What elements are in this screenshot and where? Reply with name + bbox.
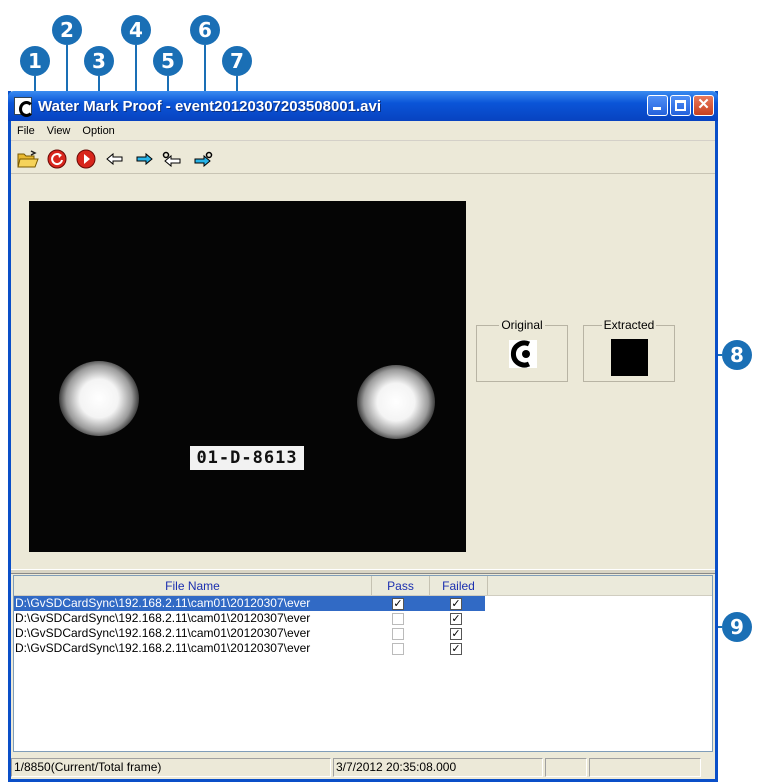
pass-cell (369, 641, 427, 656)
failed-checkbox[interactable]: ✓ (450, 612, 462, 625)
table-row[interactable]: D:\GvSDCardSync\192.168.2.11\cam01\20120… (14, 611, 712, 626)
pass-checkbox[interactable] (392, 627, 404, 640)
next-arrow-icon (136, 152, 153, 165)
next-frame-button[interactable] (133, 148, 155, 170)
file-list: File Name Pass Failed D:\GvSDCardSync\19… (13, 575, 713, 752)
extracted-watermark-image (611, 339, 648, 376)
app-window: Water Mark Proof - event2012030720350800… (8, 91, 718, 782)
callout-9: 9 (722, 612, 752, 642)
headlight-left (59, 361, 139, 436)
menu-file[interactable]: File (11, 125, 41, 137)
next-marked-icon (194, 151, 213, 167)
pass-checkbox[interactable] (392, 612, 404, 625)
table-row[interactable]: D:\GvSDCardSync\192.168.2.11\cam01\20120… (14, 641, 712, 656)
failed-cell: ✓ (427, 641, 485, 656)
panel-splitter[interactable] (11, 569, 715, 574)
pass-cell (369, 626, 427, 641)
open-file-button[interactable] (17, 148, 39, 170)
minimize-button[interactable] (647, 95, 668, 116)
column-file-name[interactable]: File Name (14, 576, 372, 595)
status-panel-3 (545, 758, 587, 777)
video-frame: 01-D-8613 (29, 201, 466, 552)
original-watermark-box: Original (476, 318, 568, 382)
pass-checkbox[interactable]: ✓ (392, 597, 404, 610)
extracted-watermark-box: Extracted (583, 318, 675, 382)
callout-5: 5 (153, 46, 183, 76)
callout-3: 3 (84, 46, 114, 76)
column-pass[interactable]: Pass (372, 576, 430, 595)
callout-6: 6 (190, 15, 220, 45)
file-list-header: File Name Pass Failed (14, 576, 712, 596)
file-name-cell: D:\GvSDCardSync\192.168.2.11\cam01\20120… (15, 611, 311, 625)
menu-view[interactable]: View (41, 125, 77, 137)
minimize-icon (653, 107, 661, 110)
close-button[interactable]: ✕ (693, 95, 714, 116)
failed-cell: ✓ (427, 611, 485, 626)
play-button[interactable] (75, 148, 97, 170)
callout-2: 2 (52, 15, 82, 45)
column-failed[interactable]: Failed (430, 576, 488, 595)
table-row[interactable]: D:\GvSDCardSync\192.168.2.11\cam01\20120… (14, 626, 712, 641)
failed-checkbox[interactable]: ✓ (450, 597, 462, 610)
failed-checkbox[interactable]: ✓ (450, 627, 462, 640)
play-icon (76, 149, 96, 168)
failed-cell: ✓ (427, 626, 485, 641)
pass-checkbox[interactable] (392, 642, 404, 655)
frame-counter: 1/8850(Current/Total frame) (11, 758, 331, 777)
table-row[interactable]: D:\GvSDCardSync\192.168.2.11\cam01\20120… (14, 596, 712, 611)
status-bar: 1/8850(Current/Total frame) 3/7/2012 20:… (11, 758, 715, 779)
maximize-icon (675, 100, 686, 111)
original-watermark-image (509, 340, 537, 368)
license-plate: 01-D-8613 (190, 446, 304, 470)
callout-4: 4 (121, 15, 151, 45)
callout-8: 8 (722, 340, 752, 370)
extracted-label: Extracted (601, 318, 657, 332)
next-marked-button[interactable] (191, 148, 213, 170)
file-name-cell: D:\GvSDCardSync\192.168.2.11\cam01\20120… (14, 596, 369, 611)
prev-arrow-icon (106, 152, 123, 165)
callout-7: 7 (222, 46, 252, 76)
previous-marked-button[interactable] (162, 148, 184, 170)
file-name-cell: D:\GvSDCardSync\192.168.2.11\cam01\20120… (15, 641, 311, 655)
open-folder-icon (17, 149, 39, 167)
original-label: Original (499, 318, 545, 332)
prev-marked-icon (162, 151, 181, 167)
callout-1: 1 (20, 46, 50, 76)
menu-bar: File View Option (11, 121, 715, 141)
menu-option[interactable]: Option (76, 125, 120, 137)
status-panel-4 (589, 758, 701, 777)
maximize-button[interactable] (670, 95, 691, 116)
pass-cell (369, 611, 427, 626)
title-bar[interactable]: Water Mark Proof - event2012030720350800… (8, 91, 718, 121)
file-name-cell: D:\GvSDCardSync\192.168.2.11\cam01\20120… (15, 626, 311, 640)
previous-frame-button[interactable] (104, 148, 126, 170)
failed-cell: ✓ (427, 596, 485, 611)
app-logo-icon (14, 97, 34, 117)
close-icon: ✕ (697, 96, 710, 113)
headlight-right (357, 365, 435, 439)
pass-cell: ✓ (369, 596, 427, 611)
rewind-icon (47, 149, 67, 168)
failed-checkbox[interactable]: ✓ (450, 642, 462, 655)
toolbar (11, 144, 715, 174)
frame-timestamp: 3/7/2012 20:35:08.000 (333, 758, 543, 777)
rewind-button[interactable] (46, 148, 68, 170)
window-title: Water Mark Proof - event2012030720350800… (38, 97, 381, 115)
